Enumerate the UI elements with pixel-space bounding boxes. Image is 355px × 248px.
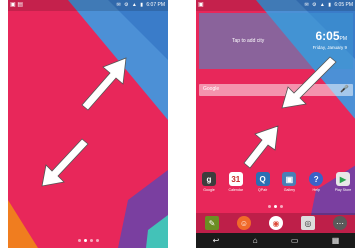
app-label: QPair xyxy=(258,188,268,192)
right-status-bar: ▣ ✉ ⚙ ▲ ▮ 6:05 PM xyxy=(196,0,355,11)
page-dot xyxy=(78,239,81,242)
app-gallery[interactable]: ▣ Gallery xyxy=(279,172,299,200)
recent-apps-icon[interactable]: ▭ xyxy=(291,236,299,245)
left-system-icons: ✉ ⚙ ▲ ▮ xyxy=(116,2,144,8)
home-icon[interactable]: ⌂ xyxy=(253,236,258,245)
camera-icon[interactable]: ◎ xyxy=(301,216,315,230)
left-phone-screen: ▣ ▤ ✉ ⚙ ▲ ▮ 6:07 PM xyxy=(8,0,168,248)
app-label: Play Store xyxy=(334,188,352,192)
clock-time: 6:05 xyxy=(315,29,340,43)
page-dot xyxy=(268,205,271,208)
clock: 6:05PM Friday, January 9 xyxy=(313,27,347,50)
chrome-icon[interactable]: ◉ xyxy=(269,216,283,230)
navigation-bar: ↩ ⌂ ▭ ▦ xyxy=(196,233,355,248)
google-icon: g xyxy=(202,172,216,186)
left-notification-icons: ▣ ▤ xyxy=(10,2,24,8)
app-label: Calendar xyxy=(228,188,244,192)
app-google[interactable]: g Google xyxy=(199,172,219,200)
dual-window-icon[interactable]: ▦ xyxy=(332,236,340,245)
clock-date: Friday, January 9 xyxy=(312,45,347,50)
app-play-store[interactable]: ▶ Play Store xyxy=(333,172,353,200)
right-notification-icons: ▣ xyxy=(198,2,204,8)
google-search-bar[interactable]: Google 🎤 xyxy=(199,84,353,96)
page-dot-active xyxy=(84,239,87,242)
app-label: Help xyxy=(312,188,320,192)
back-icon[interactable]: ↩ xyxy=(213,236,220,245)
right-status-time: 6:05 PM xyxy=(334,2,353,8)
right-phone-screen: ▣ ✉ ⚙ ▲ ▮ 6:05 PM Tap to add city 6:05PM… xyxy=(196,0,355,248)
play-store-icon: ▶ xyxy=(335,172,350,186)
page-dot xyxy=(280,205,283,208)
app-dock: ✎ ☺ ◉ ◎ ⋯ xyxy=(196,213,355,233)
apps-drawer-icon[interactable]: ⋯ xyxy=(333,216,347,230)
home-app-row: g Google 31 Calendar Q QPair ▣ Gallery ?… xyxy=(199,172,353,200)
mic-icon[interactable]: 🎤 xyxy=(340,85,349,93)
app-label: Gallery xyxy=(283,188,296,192)
left-page-indicator xyxy=(78,239,99,242)
app-help[interactable]: ? Help xyxy=(306,172,326,200)
page-dot xyxy=(96,239,99,242)
right-page-indicator xyxy=(268,205,283,208)
help-icon: ? xyxy=(309,172,324,186)
left-wallpaper xyxy=(8,0,168,248)
contacts-icon[interactable]: ☺ xyxy=(237,216,251,230)
gallery-icon: ▣ xyxy=(282,172,297,186)
left-status-bar: ▣ ▤ ✉ ⚙ ▲ ▮ 6:07 PM xyxy=(8,0,168,11)
app-calendar[interactable]: 31 Calendar xyxy=(226,172,246,200)
calendar-icon: 31 xyxy=(228,172,243,186)
clock-ampm: PM xyxy=(339,36,348,42)
weather-clock-widget[interactable]: Tap to add city 6:05PM Friday, January 9 xyxy=(199,13,353,69)
right-system-icons: ✉ ⚙ ▲ ▮ xyxy=(304,2,332,8)
weather-hint[interactable]: Tap to add city xyxy=(232,38,264,44)
app-label: Google xyxy=(203,188,215,192)
app-qpair[interactable]: Q QPair xyxy=(253,172,273,200)
page-dot xyxy=(90,239,93,242)
notes-icon[interactable]: ✎ xyxy=(205,216,219,230)
search-label: Google xyxy=(203,86,220,92)
page-dot-active xyxy=(274,205,277,208)
qpair-icon: Q xyxy=(255,172,270,186)
left-status-time: 6:07 PM xyxy=(146,2,165,8)
